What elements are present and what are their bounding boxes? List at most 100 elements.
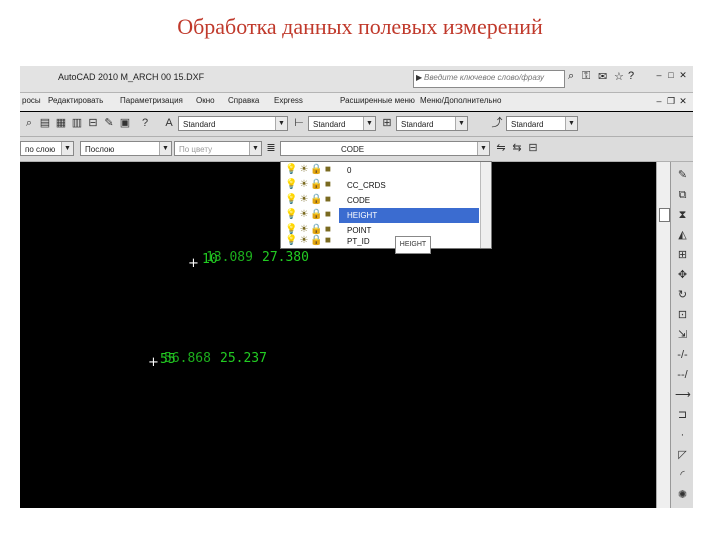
dim-style-value: Standard	[313, 120, 346, 129]
layer-name: PT_ID	[347, 237, 370, 246]
table-style-icon[interactable]: ⊞	[380, 116, 394, 130]
point-marker: +	[148, 355, 159, 370]
explode-icon[interactable]: ✺	[675, 488, 690, 503]
sheet-set-icon[interactable]: ⊟	[86, 116, 100, 130]
layer-row-0[interactable]: 💡☀🔒■ 0	[281, 163, 491, 178]
chamfer-icon[interactable]: ◸	[675, 448, 690, 463]
layer-previous-icon[interactable]: ⇆	[510, 141, 524, 155]
menu-item-help[interactable]: Справка	[228, 96, 259, 105]
table-style-select[interactable]: Standard ▼	[396, 116, 468, 131]
markup-icon[interactable]: ✎	[102, 116, 116, 130]
break-at-point-icon[interactable]: ·	[675, 428, 690, 443]
modify-toolbar: ✎ ⧉ ⧗ ◭ ⊞ ✥ ↻ ⊡ ⇲ -/- --/ ⟶ ⊐ · ◸ ◜ ✺	[670, 162, 693, 508]
mirror-icon[interactable]: ⧗	[675, 208, 690, 223]
layer-state-icons: 💡☀🔒■	[285, 209, 333, 220]
communication-icon[interactable]: ✉	[598, 70, 607, 83]
favorites-icon[interactable]: ☆	[614, 70, 624, 83]
autocad-screenshot: AutoCAD 2010 M_ARCH 00 15.DXF ▶ Введите …	[20, 66, 693, 508]
layer-state-icons: 💡☀🔒■	[285, 179, 333, 190]
rotate-icon[interactable]: ↻	[675, 288, 690, 303]
offset-icon[interactable]: ◭	[675, 228, 690, 243]
lineweight-select[interactable]: По цвету ▼	[174, 141, 262, 156]
properties-icon[interactable]: ▤	[38, 116, 52, 130]
help-tool-icon[interactable]: ?	[138, 116, 152, 130]
layer-row-pt-id[interactable]: 💡☀🔒■ PT_ID	[281, 234, 491, 249]
search-placeholder: Введите ключевое слово/фразу	[424, 73, 545, 82]
text-style-value: Standard	[183, 120, 216, 129]
layer-properties-icon[interactable]: ≣	[264, 141, 278, 155]
minimize-icon[interactable]: –	[654, 70, 664, 80]
array-icon[interactable]: ⊞	[675, 248, 690, 263]
chevron-down-icon: ▼	[61, 142, 73, 155]
layer-name: CC_CRDS	[347, 181, 386, 190]
dim-style-select[interactable]: Standard ▼	[308, 116, 376, 131]
menu-item-additional[interactable]: Меню/Дополнительно	[420, 96, 501, 105]
point-code-label: 25.237	[220, 351, 267, 366]
subscription-icon[interactable]: ⚿	[582, 70, 590, 83]
erase-icon[interactable]: ✎	[675, 168, 690, 183]
layer-select[interactable]: CODE ▼	[280, 141, 490, 156]
point-code-label: 27.380	[262, 250, 309, 265]
make-current-icon[interactable]: ⇋	[494, 141, 508, 155]
chevron-down-icon: ▼	[275, 117, 287, 130]
layer-row-code[interactable]: 💡☀🔒■ CODE	[281, 193, 491, 208]
menu-bar: росы Редактировать Параметризация Окно С…	[20, 93, 693, 111]
menu-item-parametric[interactable]: Параметризация	[120, 96, 183, 105]
doc-close-icon[interactable]: ✕	[678, 96, 688, 106]
layer-name: HEIGHT	[347, 211, 378, 220]
help-icon[interactable]: ?	[628, 70, 634, 82]
menu-item-window[interactable]: Окно	[196, 96, 215, 105]
layer-row-height[interactable]: 💡☀🔒■ HEIGHT	[281, 208, 491, 223]
tool-palettes-icon[interactable]: ▥	[70, 116, 84, 130]
layer-state-icons: 💡☀🔒■	[285, 164, 333, 175]
multileader-style-icon[interactable]: ⤴	[490, 116, 504, 130]
trim-icon[interactable]: -/-	[675, 348, 690, 363]
scale-icon[interactable]: ⊡	[675, 308, 690, 323]
layer-state-icons: 💡☀🔒■	[285, 235, 333, 246]
multileader-style-value: Standard	[511, 120, 544, 129]
design-center-icon[interactable]: ▦	[54, 116, 68, 130]
linetype-value: Послою	[85, 145, 115, 154]
binoculars-icon[interactable]: ⌕	[568, 70, 574, 83]
layer-tooltip: HEIGHT	[395, 236, 431, 254]
doc-minimize-icon[interactable]: –	[654, 96, 664, 106]
text-style-select[interactable]: Standard ▼	[178, 116, 288, 131]
styles-toolbar: ⌕ ▤ ▦ ▥ ⊟ ✎ ▣ ? A Standard ▼ ⊢ Standard …	[20, 112, 693, 137]
menu-item-extended[interactable]: Расширенные меню	[340, 96, 415, 105]
extend-icon[interactable]: --/	[675, 368, 690, 383]
maximize-icon[interactable]: □	[666, 70, 676, 80]
table-style-value: Standard	[401, 120, 434, 129]
chevron-down-icon: ▼	[477, 142, 489, 155]
layer-dropdown-list: 💡☀🔒■ 0 💡☀🔒■ CC_CRDS 💡☀🔒■ CODE 💡☀🔒■ HEIGH…	[280, 161, 492, 249]
menu-item-modify[interactable]: Редактировать	[48, 96, 103, 105]
menu-item-express[interactable]: Express	[274, 96, 303, 105]
layer-states-icon[interactable]: ⊟	[526, 141, 540, 155]
close-icon[interactable]: ✕	[678, 70, 688, 80]
layer-state-icons: 💡☀🔒■	[285, 194, 333, 205]
join-icon[interactable]: ⊐	[675, 408, 690, 423]
text-style-icon[interactable]: A	[162, 116, 176, 130]
doc-restore-icon[interactable]: ❐	[666, 96, 676, 106]
chevron-down-icon: ▼	[455, 117, 467, 130]
dropdown-scrollbar[interactable]	[480, 162, 491, 248]
calculator-icon[interactable]: ▣	[118, 116, 132, 130]
color-select[interactable]: по слою ▼	[20, 141, 74, 156]
scrollbar-thumb[interactable]	[659, 208, 670, 222]
menu-item-tools[interactable]: росы	[22, 96, 41, 105]
copy-icon[interactable]: ⧉	[675, 188, 690, 203]
layer-row-cc-crds[interactable]: 💡☀🔒■ CC_CRDS	[281, 178, 491, 193]
fillet-icon[interactable]: ◜	[675, 468, 690, 483]
help-search-input[interactable]: ▶ Введите ключевое слово/фразу	[413, 70, 565, 88]
search-arrow-icon: ▶	[416, 73, 423, 82]
stretch-icon[interactable]: ⇲	[675, 328, 690, 343]
multileader-style-select[interactable]: Standard ▼	[506, 116, 578, 131]
app-title: AutoCAD 2010 M_ARCH 00 15.DXF	[58, 72, 205, 82]
dim-style-icon[interactable]: ⊢	[292, 116, 306, 130]
color-value: по слою	[25, 145, 56, 154]
break-icon[interactable]: ⟶	[675, 388, 691, 403]
linetype-select[interactable]: Послою ▼	[80, 141, 172, 156]
zoom-icon[interactable]: ⌕	[22, 116, 36, 130]
vertical-scrollbar[interactable]	[656, 162, 671, 508]
move-icon[interactable]: ✥	[675, 268, 690, 283]
point-marker: +	[188, 256, 199, 271]
